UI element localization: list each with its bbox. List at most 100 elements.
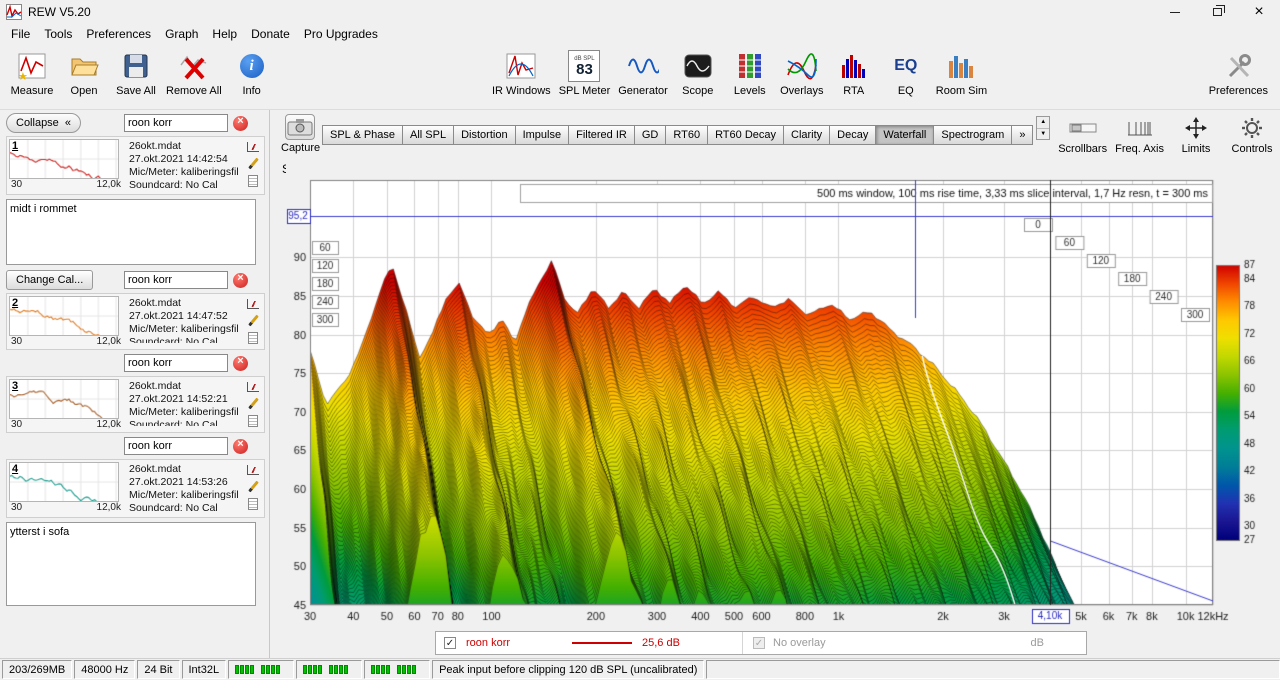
remove-all-button[interactable]: Remove All <box>162 47 226 97</box>
tab-all-spl[interactable]: All SPL <box>403 125 454 145</box>
range-min: 30 <box>11 336 22 347</box>
notes-icon[interactable] <box>248 175 258 187</box>
limits-button[interactable]: Limits <box>1172 113 1220 155</box>
measurement-1-row[interactable]: 1 3012,0k 26okt.mdat 27.okt.2021 14:42:5… <box>6 136 265 195</box>
trace-name[interactable]: roon korr <box>466 637 562 649</box>
edit-icon[interactable] <box>248 481 259 493</box>
measurement-4-thumbnail[interactable] <box>9 462 119 502</box>
levels-button[interactable]: Levels <box>724 47 776 97</box>
measurement-datetime: 27.okt.2021 14:53:26 <box>129 476 242 489</box>
measurement-1-name-input[interactable] <box>124 114 228 132</box>
scope-button[interactable]: Scope <box>672 47 724 97</box>
measurement-2-row[interactable]: 2 3012,0k 26okt.mdat 27.okt.2021 14:47:5… <box>6 293 265 350</box>
menu-pro-upgrades[interactable]: Pro Upgrades <box>297 25 385 43</box>
measurement-2-name-input[interactable] <box>124 271 228 289</box>
controls-button[interactable]: Controls <box>1228 113 1276 155</box>
measurement-4-name-input[interactable] <box>124 437 228 455</box>
tab-decay[interactable]: Decay <box>830 125 876 145</box>
spin-down-icon[interactable] <box>1037 129 1049 140</box>
eq-button[interactable]: EQ EQ <box>880 47 932 97</box>
memory-status: 203/269MB <box>2 660 72 679</box>
tab-gd[interactable]: GD <box>635 125 667 145</box>
open-button[interactable]: Open <box>58 47 110 97</box>
measurement-4-notes[interactable]: ytterst i sofa <box>6 522 256 606</box>
edit-icon[interactable] <box>248 158 259 170</box>
notes-icon[interactable] <box>248 332 258 344</box>
overlay-checkbox[interactable]: ✓ <box>753 637 765 649</box>
info-button[interactable]: i Info <box>226 47 278 97</box>
measurement-2-remove-button[interactable] <box>233 273 248 288</box>
gear-icon <box>1241 113 1263 143</box>
peak-input-status: Peak input before clipping 120 dB SPL (u… <box>432 660 704 679</box>
statusbar-spacer <box>706 660 1280 679</box>
edit-icon[interactable] <box>248 315 259 327</box>
input-level-meter <box>228 660 294 679</box>
measurement-4-row[interactable]: 4 3012,0k 26okt.mdat 27.okt.2021 14:53:2… <box>6 459 265 518</box>
trace-settings-icon[interactable] <box>247 299 259 309</box>
tab-filtered-ir[interactable]: Filtered IR <box>569 125 635 145</box>
measurement-1-thumbnail[interactable] <box>9 139 119 179</box>
measurement-3-remove-button[interactable] <box>233 356 248 371</box>
generator-button[interactable]: Generator <box>614 47 672 97</box>
capture-label: Capture <box>281 142 320 154</box>
input-level-meter <box>364 660 430 679</box>
measurement-2-thumbnail[interactable] <box>9 296 119 336</box>
tab-rt60-decay[interactable]: RT60 Decay <box>708 125 784 145</box>
graph-area: Capture SPL & Phase All SPL Distortion I… <box>270 110 1280 658</box>
capture-button[interactable] <box>285 114 315 140</box>
ir-windows-button[interactable]: IR Windows <box>488 47 555 97</box>
spl-meter-button[interactable]: dB SPL 83 SPL Meter <box>555 47 615 97</box>
graph-tabstrip: SPL & Phase All SPL Distortion Impulse F… <box>322 125 1033 145</box>
notes-icon[interactable] <box>248 498 258 510</box>
edit-icon[interactable] <box>248 398 259 410</box>
room-sim-button[interactable]: Room Sim <box>932 47 991 97</box>
measurement-datetime: 27.okt.2021 14:47:52 <box>129 310 242 323</box>
menu-help[interactable]: Help <box>205 25 244 43</box>
measurement-4-remove-button[interactable] <box>233 439 248 454</box>
tab-more[interactable]: » <box>1012 125 1033 145</box>
measurement-3-thumbnail[interactable] <box>9 379 119 419</box>
overlays-button[interactable]: Overlays <box>776 47 828 97</box>
change-cal-button[interactable]: Change Cal... <box>6 270 93 290</box>
minimize-button[interactable] <box>1154 0 1196 24</box>
rta-button[interactable]: RTA <box>828 47 880 97</box>
trace-settings-icon[interactable] <box>247 382 259 392</box>
tab-waterfall[interactable]: Waterfall <box>876 125 934 145</box>
menu-donate[interactable]: Donate <box>244 25 297 43</box>
menu-tools[interactable]: Tools <box>37 25 79 43</box>
notes-icon[interactable] <box>248 415 258 427</box>
collapse-button[interactable]: Collapse« <box>6 113 81 133</box>
freq-axis-button[interactable]: Freq. Axis <box>1115 113 1164 155</box>
trace-settings-icon[interactable] <box>247 465 259 475</box>
tab-clarity[interactable]: Clarity <box>784 125 830 145</box>
ir-windows-icon <box>505 47 537 85</box>
measure-button[interactable]: Measure <box>6 47 58 97</box>
input-level-meter <box>296 660 362 679</box>
spin-up-icon[interactable] <box>1037 117 1049 129</box>
measurement-3-name-input[interactable] <box>124 354 228 372</box>
trace-checkbox[interactable]: ✓ <box>444 637 456 649</box>
tab-rt60[interactable]: RT60 <box>666 125 708 145</box>
tab-spectrogram[interactable]: Spectrogram <box>934 125 1012 145</box>
menu-file[interactable]: File <box>4 25 37 43</box>
scrollbars-button[interactable]: Scrollbars <box>1058 113 1107 155</box>
measurements-sidebar: Collapse« 1 3012,0k 26okt.mdat 27.okt.20… <box>0 110 270 658</box>
restore-button[interactable] <box>1196 0 1238 24</box>
measurement-mic: Mic/Meter: kaliberingsfil <box>129 406 242 419</box>
tab-impulse[interactable]: Impulse <box>516 125 570 145</box>
overlay-label: No overlay <box>773 637 826 649</box>
preferences-button[interactable]: Preferences <box>1205 47 1272 97</box>
tab-distortion[interactable]: Distortion <box>454 125 515 145</box>
menu-preferences[interactable]: Preferences <box>79 25 158 43</box>
measurement-1-notes[interactable]: midt i rommet <box>6 199 256 265</box>
trace-settings-icon[interactable] <box>247 142 259 152</box>
save-all-button[interactable]: Save All <box>110 47 162 97</box>
range-max: 12,0k <box>97 419 121 430</box>
measurement-1-remove-button[interactable] <box>233 116 248 131</box>
waterfall-plot[interactable] <box>286 158 1280 632</box>
slice-spinner[interactable] <box>1036 116 1050 140</box>
measurement-3-row[interactable]: 3 3012,0k 26okt.mdat 27.okt.2021 14:52:2… <box>6 376 265 433</box>
close-button[interactable] <box>1238 0 1280 24</box>
tab-spl-phase[interactable]: SPL & Phase <box>322 125 403 145</box>
menu-graph[interactable]: Graph <box>158 25 205 43</box>
